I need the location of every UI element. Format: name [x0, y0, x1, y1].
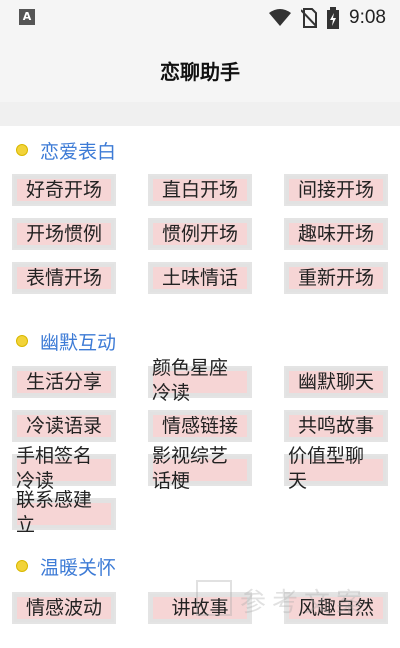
- tag-button[interactable]: 情感链接: [148, 410, 252, 442]
- tag-button[interactable]: 开场惯例: [12, 218, 116, 250]
- section-title: 温暖关怀: [40, 556, 117, 579]
- tag-button[interactable]: 生活分享: [12, 366, 116, 398]
- section-title: 幽默互动: [40, 331, 117, 354]
- status-bar: A 9:08: [0, 0, 400, 36]
- no-sim-icon: [301, 8, 318, 28]
- tag-button[interactable]: 情感波动: [12, 592, 116, 624]
- watermark-text: 参考文案: [240, 588, 369, 618]
- section-header-humor: 幽默互动: [16, 329, 117, 354]
- watermark: 参考文案: [196, 578, 396, 622]
- tag-button[interactable]: 颜色星座冷读: [148, 357, 252, 404]
- section-header-confession: 恋爱表白: [16, 138, 117, 163]
- bullet-dot-icon: [16, 560, 28, 572]
- tag-button[interactable]: 表情开场: [12, 262, 116, 294]
- app-notification-icon: A: [19, 9, 35, 25]
- tag-button[interactable]: 冷读语录: [12, 410, 116, 442]
- tag-button[interactable]: 惯例开场: [148, 218, 252, 250]
- watermark-logo-icon: [196, 580, 232, 616]
- tag-button[interactable]: 手相签名冷读: [12, 445, 116, 492]
- battery-charging-icon: [327, 7, 340, 29]
- tag-button[interactable]: 间接开场: [284, 174, 388, 206]
- tag-button[interactable]: 价值型聊天: [284, 445, 388, 492]
- clock-time: 9:08: [349, 7, 386, 28]
- tag-button[interactable]: 联系感建立: [12, 489, 116, 536]
- tag-button[interactable]: 共鸣故事: [284, 410, 388, 442]
- bullet-dot-icon: [16, 335, 28, 347]
- status-icons: 9:08: [269, 0, 386, 36]
- section-header-care: 温暖关怀: [16, 554, 117, 579]
- tag-button[interactable]: 幽默聊天: [284, 366, 388, 398]
- bullet-dot-icon: [16, 144, 28, 156]
- main-content: 恋爱表白 好奇开场 直白开场 间接开场 开场惯例 惯例开场 趣味开场 表情开场 …: [0, 126, 400, 648]
- tag-button[interactable]: 土味情话: [148, 262, 252, 294]
- tag-button[interactable]: 重新开场: [284, 262, 388, 294]
- header-divider: [0, 102, 400, 126]
- tag-button[interactable]: 直白开场: [148, 174, 252, 206]
- wifi-icon: [269, 9, 292, 26]
- tag-button[interactable]: 影视综艺话梗: [148, 445, 252, 492]
- page-title: 恋聊助手: [160, 60, 240, 84]
- tag-button[interactable]: 趣味开场: [284, 218, 388, 250]
- app-header: 恋聊助手: [0, 36, 400, 102]
- tag-button[interactable]: 好奇开场: [12, 174, 116, 206]
- section-title: 恋爱表白: [40, 140, 117, 163]
